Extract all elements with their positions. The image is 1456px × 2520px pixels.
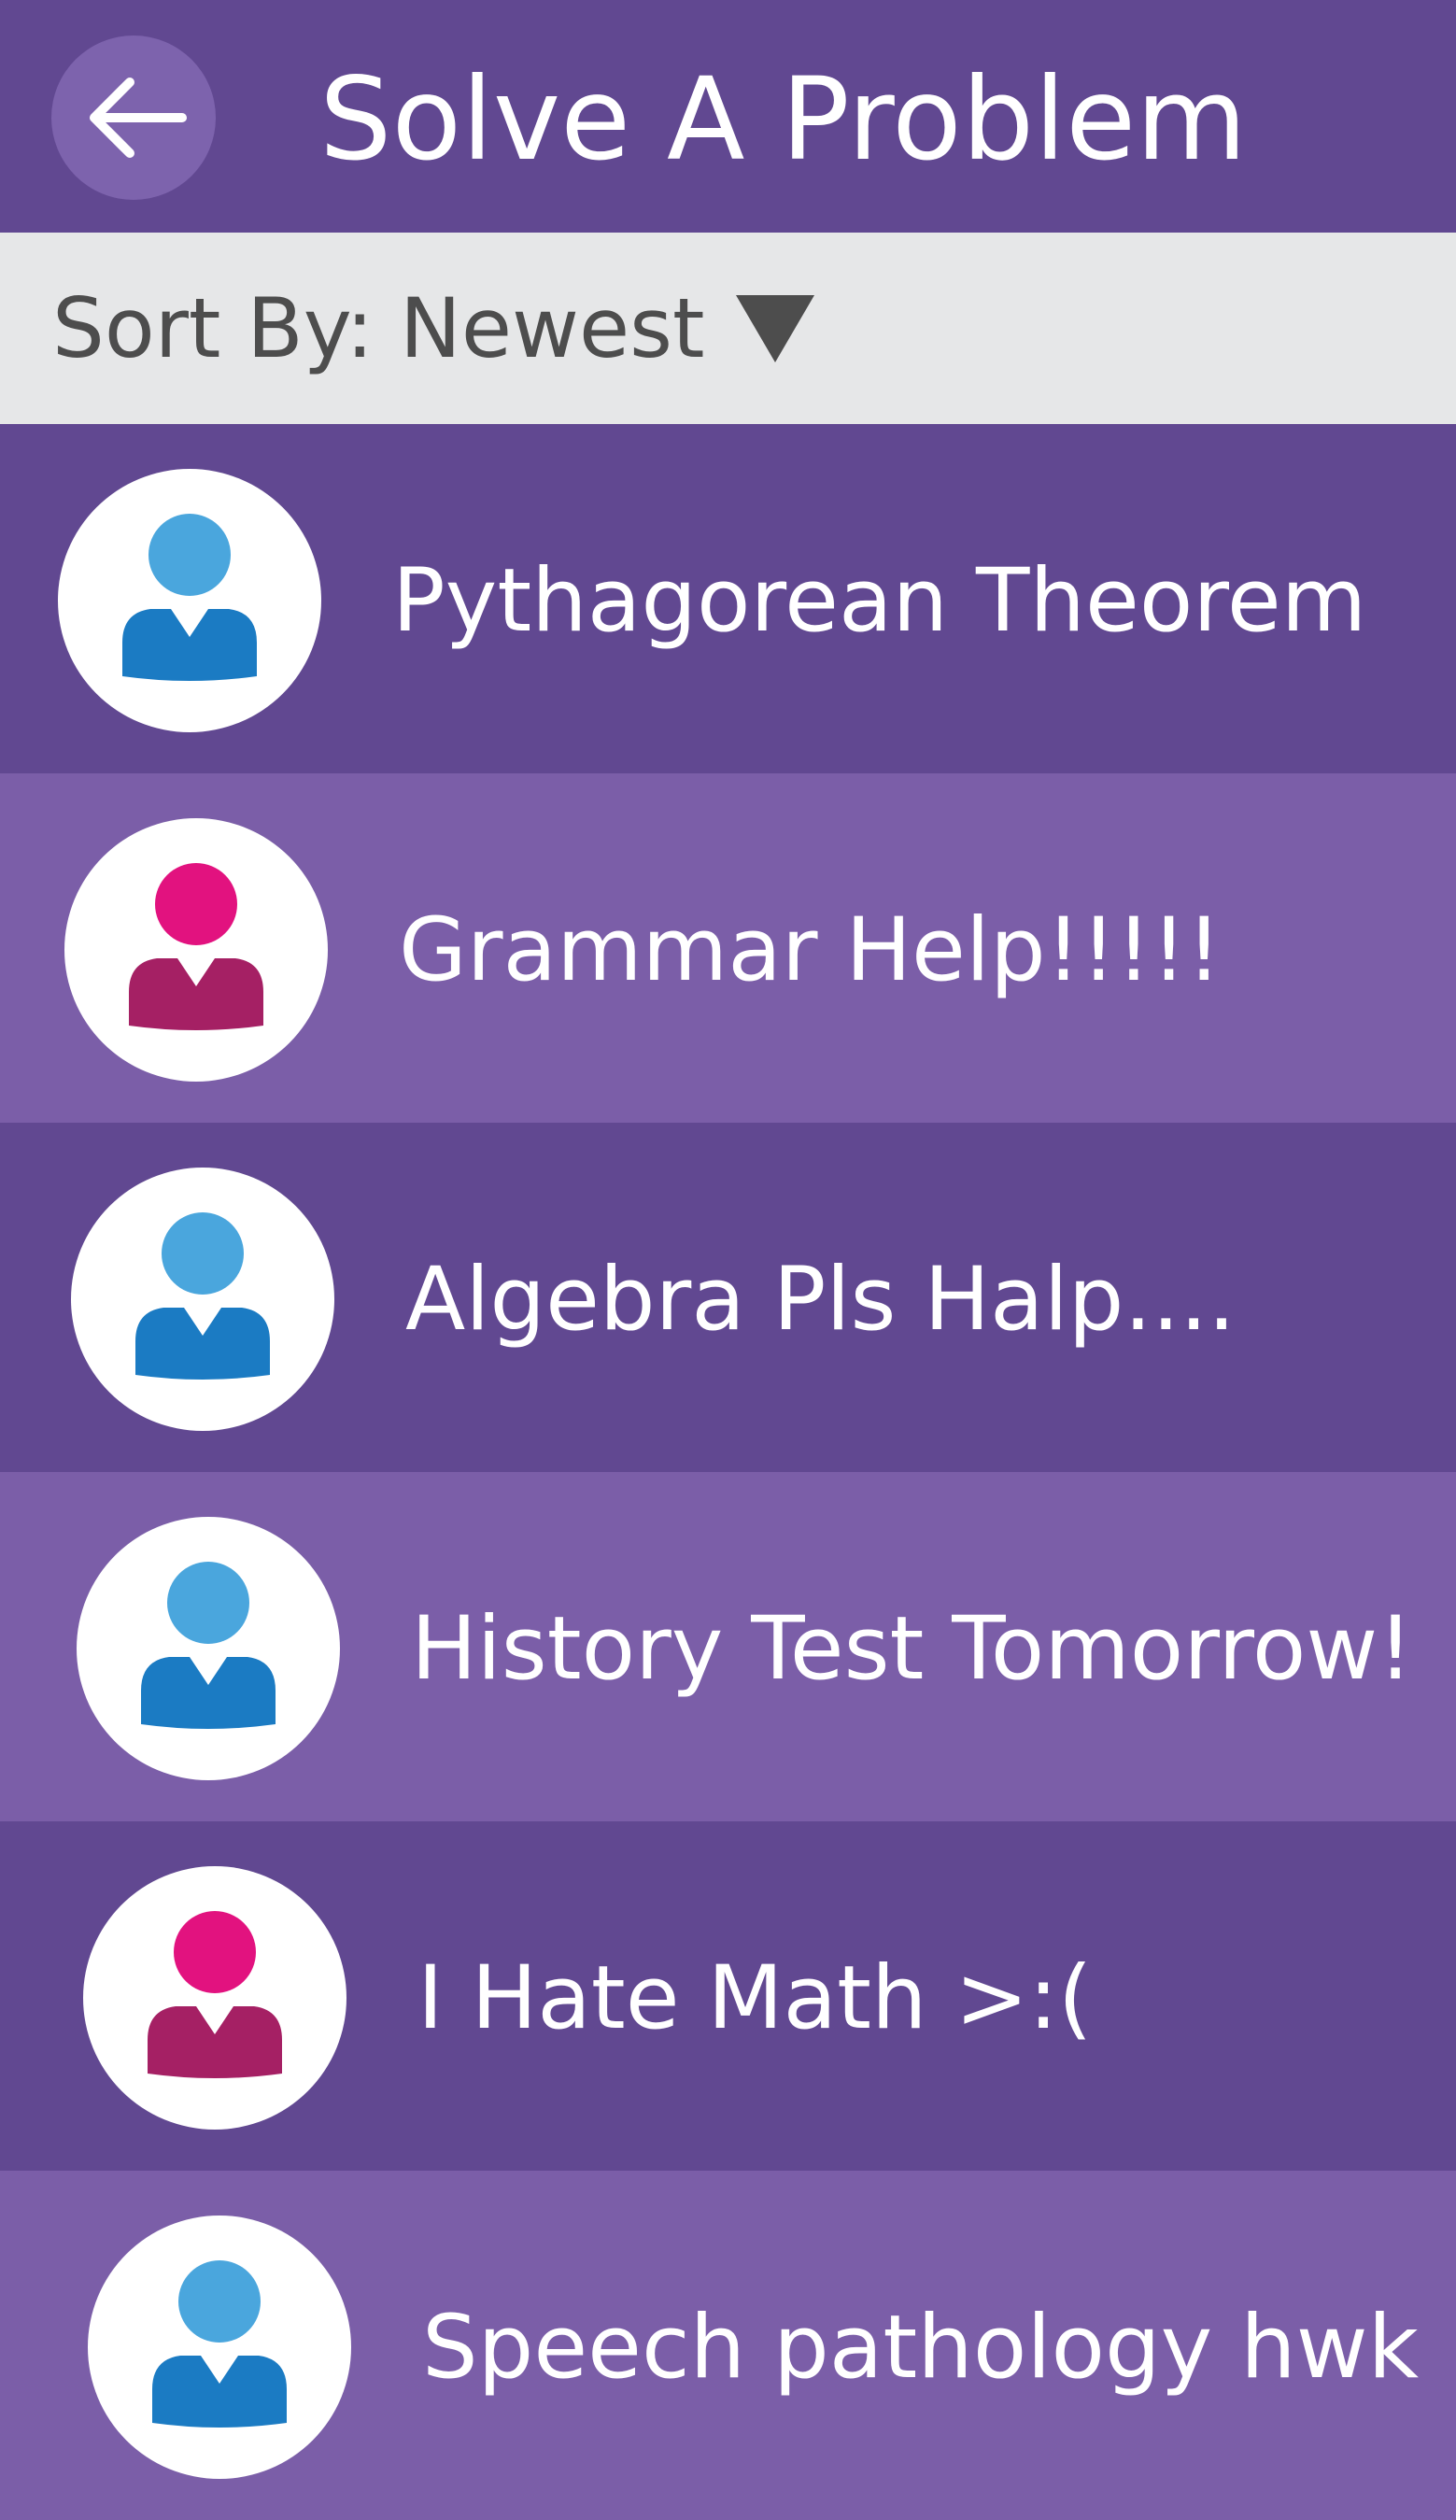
problem-title: Grammar Help!!!!!: [399, 899, 1223, 1001]
sort-label: Sort By: Newest: [52, 280, 705, 376]
problem-title: Algebra Pls Halp....: [405, 1249, 1236, 1351]
pink-user-icon: [148, 1911, 282, 2078]
blue-user-icon: [122, 514, 257, 681]
triangle-down-icon: [736, 294, 815, 362]
list-item[interactable]: I Hate Math >:(: [0, 1821, 1456, 2171]
list-item[interactable]: Algebra Pls Halp....: [0, 1123, 1456, 1472]
avatar: [83, 1866, 346, 2130]
problem-title: Speech pathology hwk: [422, 2297, 1420, 2399]
list-item[interactable]: Grammar Help!!!!!: [0, 773, 1456, 1123]
back-button[interactable]: [51, 35, 216, 200]
app-header: Solve A Problem: [0, 0, 1456, 233]
problem-title: I Hate Math >:(: [417, 1947, 1093, 2049]
blue-user-icon: [141, 1562, 276, 1729]
avatar: [77, 1517, 340, 1780]
list-item[interactable]: Pythagorean Theorem: [0, 424, 1456, 773]
avatar: [58, 469, 321, 732]
avatar: [71, 1168, 334, 1431]
arrow-left-icon: [90, 78, 187, 158]
list-item[interactable]: Speech pathology hwk: [0, 2171, 1456, 2520]
page-title: Solve A Problem: [319, 53, 1248, 186]
sort-dropdown[interactable]: Sort By: Newest: [0, 233, 1456, 424]
problem-list: Pythagorean Theorem Grammar Help!!!!! Al…: [0, 424, 1456, 2520]
problem-title: Pythagorean Theorem: [392, 550, 1367, 652]
problem-title: History Test Tomorrow!: [411, 1598, 1413, 1700]
blue-user-icon: [135, 1212, 270, 1380]
avatar: [88, 2216, 351, 2479]
avatar: [64, 818, 328, 1082]
blue-user-icon: [152, 2260, 287, 2428]
list-item[interactable]: History Test Tomorrow!: [0, 1472, 1456, 1821]
pink-user-icon: [129, 863, 263, 1030]
